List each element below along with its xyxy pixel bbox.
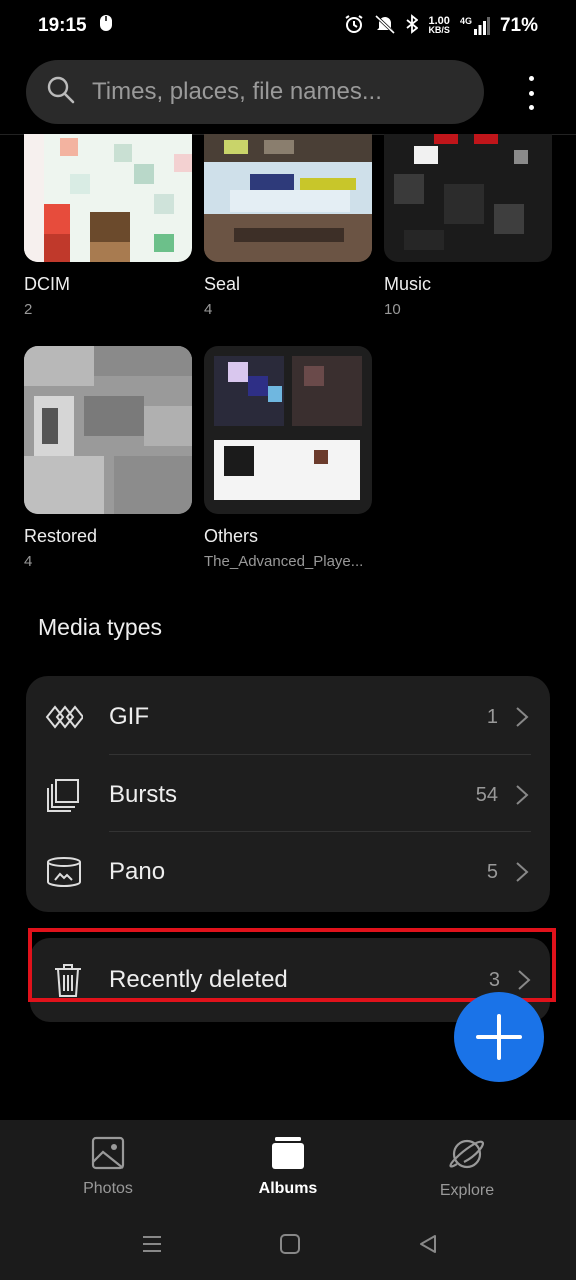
nav-explore[interactable]: Explore — [397, 1136, 537, 1200]
status-time: 19:15 — [38, 15, 87, 36]
plus-icon — [476, 1014, 522, 1060]
album-name: Others — [204, 526, 259, 546]
chevron-right-icon — [516, 785, 529, 805]
album-name: Restored — [24, 526, 98, 546]
album-count: 4 — [204, 301, 213, 318]
network-speed: 1.00 KB/S — [428, 15, 450, 35]
chevron-right-icon — [516, 707, 529, 727]
album-restored[interactable]: Restored 4 — [24, 346, 192, 570]
square-icon — [280, 1234, 300, 1254]
nav-albums[interactable]: Albums — [218, 1136, 358, 1198]
album-thumbnail — [204, 134, 372, 262]
nav-label: Photos — [83, 1180, 133, 1197]
more-options-button[interactable] — [516, 76, 546, 110]
media-row-gif[interactable]: GIF 1 — [26, 678, 550, 756]
recent-apps-button[interactable] — [134, 1226, 170, 1262]
search-row — [0, 60, 576, 126]
nav-photos[interactable]: Photos — [38, 1136, 178, 1198]
media-count: 54 — [475, 783, 498, 806]
media-count: 1 — [486, 705, 498, 728]
album-name: Seal — [204, 274, 241, 294]
nav-label: Explore — [439, 1182, 495, 1199]
media-label: GIF — [109, 703, 149, 730]
album-music[interactable]: Music 10 — [384, 134, 552, 318]
menu-icon — [143, 1236, 161, 1252]
album-thumbnail — [204, 346, 372, 514]
pano-icon — [44, 852, 84, 892]
trash-icon — [48, 960, 88, 1000]
mouse-icon — [99, 14, 113, 38]
recently-deleted-count: 3 — [488, 968, 500, 991]
more-dot — [528, 76, 534, 81]
search-icon — [46, 75, 76, 110]
bursts-icon — [44, 775, 84, 815]
explore-icon — [449, 1139, 484, 1169]
photos-icon — [91, 1136, 125, 1170]
home-button[interactable] — [272, 1226, 308, 1262]
media-label: Pano — [109, 858, 166, 885]
more-dot — [528, 90, 534, 96]
mute-icon — [374, 14, 396, 39]
album-seal[interactable]: Seal 4 — [204, 134, 372, 318]
signal-indicator: 4G — [460, 17, 490, 35]
albums-icon — [272, 1137, 304, 1169]
back-triangle-icon — [420, 1235, 436, 1253]
more-dot — [528, 105, 534, 110]
album-count: 10 — [384, 301, 401, 318]
album-name: Music — [384, 274, 432, 294]
chevron-right-icon — [518, 970, 531, 990]
recently-deleted-label: Recently deleted — [109, 966, 288, 993]
add-album-button[interactable] — [454, 992, 544, 1082]
media-row-pano[interactable]: Pano 5 — [26, 833, 550, 911]
album-count: The_Advanced_Playe... — [204, 553, 364, 570]
gif-icon — [44, 697, 84, 737]
media-count: 5 — [486, 860, 498, 883]
album-dcim[interactable]: DCIM 2 — [24, 134, 192, 318]
search-bar[interactable] — [26, 60, 484, 124]
alarm-icon — [344, 14, 364, 39]
album-count: 4 — [24, 553, 33, 570]
album-thumbnail — [384, 134, 552, 262]
back-button[interactable] — [410, 1226, 446, 1262]
media-divider — [109, 831, 531, 832]
media-types-card: GIF 1 Bursts 54 Pano 5 — [26, 676, 550, 912]
bluetooth-icon — [406, 13, 419, 39]
battery-percent: 71% — [499, 15, 538, 36]
status-bar: 19:15 1.00 KB/S 4G 71% — [0, 0, 576, 52]
nav-label: Albums — [258, 1180, 318, 1197]
media-types-title: Media types — [38, 614, 163, 640]
album-others[interactable]: Others The_Advanced_Playe... — [204, 346, 372, 570]
album-name: DCIM — [24, 274, 70, 294]
media-row-bursts[interactable]: Bursts 54 — [26, 756, 550, 834]
chevron-right-icon — [516, 862, 529, 882]
album-count: 2 — [24, 301, 33, 318]
album-thumbnail — [24, 346, 192, 514]
system-nav-bar — [0, 1226, 576, 1266]
album-thumbnail — [24, 134, 192, 262]
media-divider — [109, 754, 531, 755]
search-input[interactable] — [92, 78, 422, 106]
media-label: Bursts — [109, 781, 178, 808]
